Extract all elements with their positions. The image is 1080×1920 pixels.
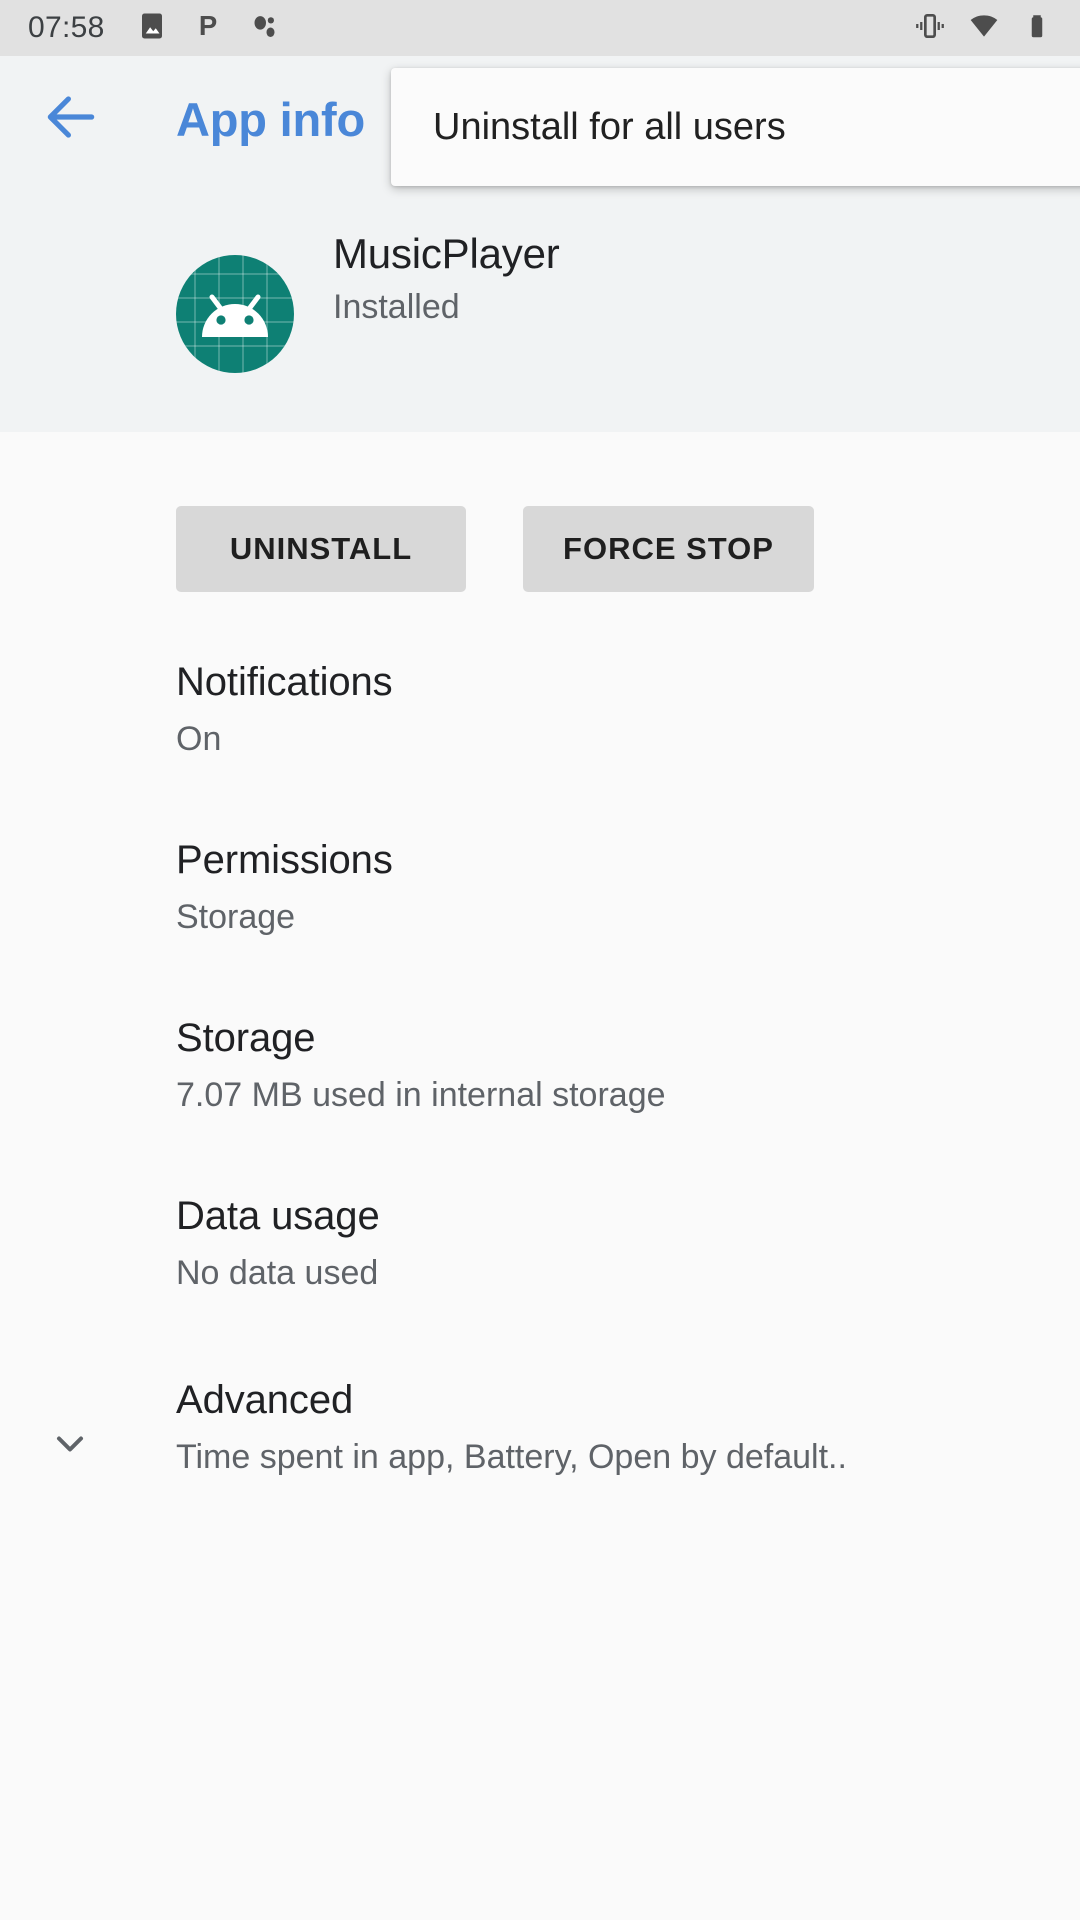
pref-title: Data usage	[176, 1194, 380, 1238]
force-stop-button[interactable]: FORCE STOP	[523, 506, 814, 592]
battery-icon	[1022, 11, 1052, 46]
arrow-back-icon	[40, 86, 102, 153]
status-right-icons	[914, 10, 1052, 47]
app-install-status: Installed	[333, 288, 460, 326]
pref-summary: Storage	[176, 898, 296, 936]
pref-title: Advanced	[176, 1378, 354, 1422]
vibrate-icon	[914, 10, 946, 47]
p-letter-icon: P	[193, 9, 223, 46]
uninstall-button[interactable]: UNINSTALL	[176, 506, 466, 592]
status-bar: 07:58 P	[0, 0, 1080, 56]
overflow-popup-menu: Uninstall for all users	[391, 68, 1080, 186]
pref-item-permissions[interactable]: Permissions Storage	[0, 806, 1080, 984]
musicplayer-app-icon	[176, 255, 294, 373]
pref-item-notifications[interactable]: Notifications On	[0, 628, 1080, 806]
app-info-screen: 07:58 P App info Uninstall for all users…	[0, 0, 1080, 1920]
menu-item-uninstall-for-all-users[interactable]: Uninstall for all users	[391, 68, 1080, 186]
pref-title: Permissions	[176, 838, 393, 882]
pref-item-advanced[interactable]: Advanced Time spent in app, Battery, Ope…	[0, 1340, 1080, 1518]
preference-list: Notifications On Permissions Storage Sto…	[0, 628, 1080, 1518]
pref-title: Storage	[176, 1016, 316, 1060]
pref-summary: Time spent in app, Battery, Open by defa…	[176, 1438, 847, 1476]
app-header-section: MusicPlayer Installed	[0, 198, 1080, 432]
action-buttons-row: UNINSTALL FORCE STOP	[0, 506, 1080, 592]
back-button[interactable]	[38, 86, 104, 152]
chevron-down-icon	[44, 1418, 96, 1470]
pref-item-data-usage[interactable]: Data usage No data used	[0, 1162, 1080, 1340]
status-clock: 07:58	[28, 11, 105, 44]
page-title: App info	[176, 93, 365, 146]
app-name: MusicPlayer	[333, 230, 560, 277]
photo-icon	[137, 11, 167, 46]
pref-title: Notifications	[176, 660, 393, 704]
pref-summary: No data used	[176, 1254, 379, 1292]
pref-item-storage[interactable]: Storage 7.07 MB used in internal storage	[0, 984, 1080, 1162]
dots-icon	[249, 11, 279, 46]
wifi-icon	[968, 10, 1000, 47]
svg-text:P: P	[198, 11, 216, 41]
status-left-icons: P	[137, 9, 279, 46]
pref-summary: On	[176, 720, 222, 758]
pref-summary: 7.07 MB used in internal storage	[176, 1076, 666, 1114]
